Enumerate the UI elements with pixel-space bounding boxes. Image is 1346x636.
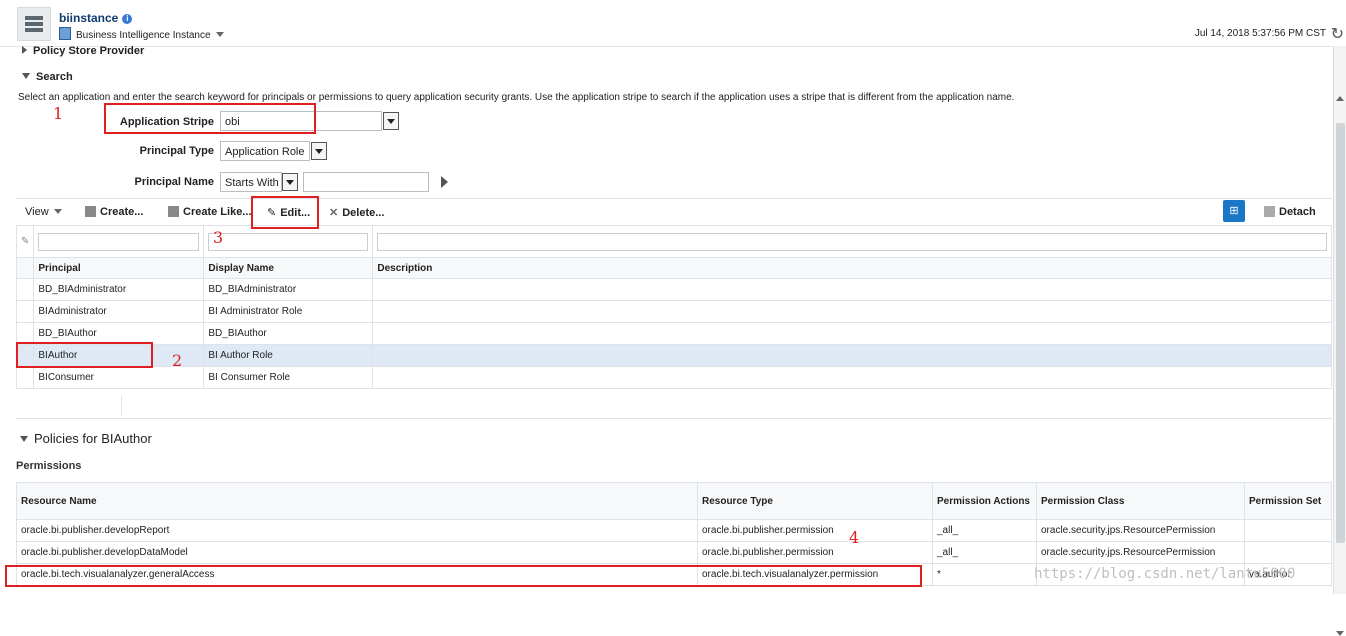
annotation-box-permission <box>5 565 922 587</box>
annotation-box-stripe <box>104 103 316 134</box>
display-name-filter-input[interactable] <box>208 232 369 251</box>
chevron-down-icon <box>53 209 62 214</box>
table-row[interactable]: oracle.bi.publisher.developReport oracle… <box>16 519 1332 542</box>
principal-type-select[interactable]: Application Role <box>220 141 310 161</box>
table-row[interactable]: oracle.bi.publisher.developDataModel ora… <box>16 541 1332 564</box>
principals-table: ✎ Principal Display Name Description BD_… <box>15 225 1332 389</box>
delete-button[interactable]: ✕ Delete... <box>329 206 384 219</box>
collapse-icon[interactable] <box>22 73 30 79</box>
principal-filter-input[interactable] <box>38 232 200 251</box>
query-by-example-icon[interactable]: ⊞ <box>1223 200 1245 222</box>
table-header: Principal Display Name Description <box>15 257 1332 279</box>
annotation-number: 1 <box>53 104 64 123</box>
app-menu-icon[interactable] <box>17 7 51 41</box>
scroll-down-icon[interactable] <box>1336 631 1344 636</box>
table-row-selected[interactable]: BIAuthor BI Author Role <box>15 344 1332 367</box>
expand-icon[interactable] <box>22 46 27 54</box>
table-row[interactable]: BIConsumer BI Consumer Role <box>15 366 1332 389</box>
filter-icon: ✎ <box>15 225 34 258</box>
policies-section[interactable]: Policies for BIAuthor <box>20 431 152 446</box>
detach-button[interactable]: Detach <box>1264 206 1316 218</box>
page-title: biinstance i <box>59 11 133 25</box>
application-stripe-dropdown[interactable] <box>383 112 399 130</box>
vertical-scrollbar[interactable] <box>1333 46 1346 636</box>
detach-icon <box>1264 206 1275 217</box>
principal-type-label: Principal Type <box>139 145 214 157</box>
policy-store-section[interactable]: Policy Store Provider <box>22 45 144 57</box>
close-icon: ✕ <box>329 207 339 219</box>
info-icon[interactable]: i <box>122 14 133 24</box>
column-header[interactable]: Permission Actions <box>932 482 1037 520</box>
table-footer <box>16 392 1332 419</box>
scroll-up-icon[interactable] <box>1336 96 1344 101</box>
target-menu[interactable]: Business Intelligence Instance <box>59 27 224 41</box>
table-row[interactable]: BD_BIAdministrator BD_BIAdministrator <box>15 278 1332 301</box>
principal-name-operator-dropdown[interactable] <box>282 173 298 191</box>
watermark: https://blog.csdn.net/lantu5000 <box>1034 566 1296 582</box>
search-section[interactable]: Search <box>22 71 73 83</box>
search-go-icon[interactable] <box>441 176 448 188</box>
view-menu[interactable]: View <box>25 206 62 218</box>
create-icon <box>85 206 96 217</box>
column-header[interactable]: Display Name <box>203 257 374 279</box>
annotation-box-edit <box>251 196 319 229</box>
principal-name-operator[interactable]: Starts With <box>220 172 282 192</box>
principal-name-input[interactable] <box>303 172 429 192</box>
chevron-down-icon[interactable] <box>215 32 224 37</box>
copy-icon <box>168 206 179 217</box>
permissions-label: Permissions <box>16 460 82 472</box>
toolbar: View Create... Create Like... ✎ Edit... ✕… <box>16 198 1332 225</box>
annotation-box-principal <box>16 342 153 368</box>
table-row[interactable]: BIAdministrator BI Administrator Role <box>15 300 1332 323</box>
annotation-number: 3 <box>213 228 224 247</box>
timestamp: Jul 14, 2018 5:37:56 PM CST <box>1194 28 1326 39</box>
annotation-number: 4 <box>849 528 860 547</box>
page-header: biinstance i Business Intelligence Instan… <box>0 0 1346 47</box>
table-row[interactable]: BD_BIAuthor BD_BIAuthor <box>15 322 1332 345</box>
principal-name-label: Principal Name <box>134 176 214 188</box>
annotation-number: 2 <box>172 351 183 370</box>
column-header[interactable]: Permission Class <box>1036 482 1245 520</box>
create-button[interactable]: Create... <box>85 206 143 218</box>
bi-instance-icon <box>59 27 71 40</box>
table-header: Resource Name Resource Type Permission A… <box>16 482 1332 520</box>
column-header[interactable]: Principal <box>33 257 205 279</box>
column-header[interactable]: Resource Type <box>697 482 933 520</box>
column-header[interactable]: Permission Set <box>1244 482 1332 520</box>
scroll-thumb[interactable] <box>1336 123 1345 543</box>
create-like-button[interactable]: Create Like... <box>168 206 251 218</box>
collapse-icon[interactable] <box>20 436 28 442</box>
column-header[interactable]: Resource Name <box>16 482 698 520</box>
column-header[interactable]: Description <box>372 257 1332 279</box>
refresh-icon[interactable]: ↻ <box>1331 24 1344 44</box>
principal-type-dropdown[interactable] <box>311 142 327 160</box>
search-instructions: Select an application and enter the sear… <box>18 92 1015 103</box>
description-filter-input[interactable] <box>377 232 1327 251</box>
